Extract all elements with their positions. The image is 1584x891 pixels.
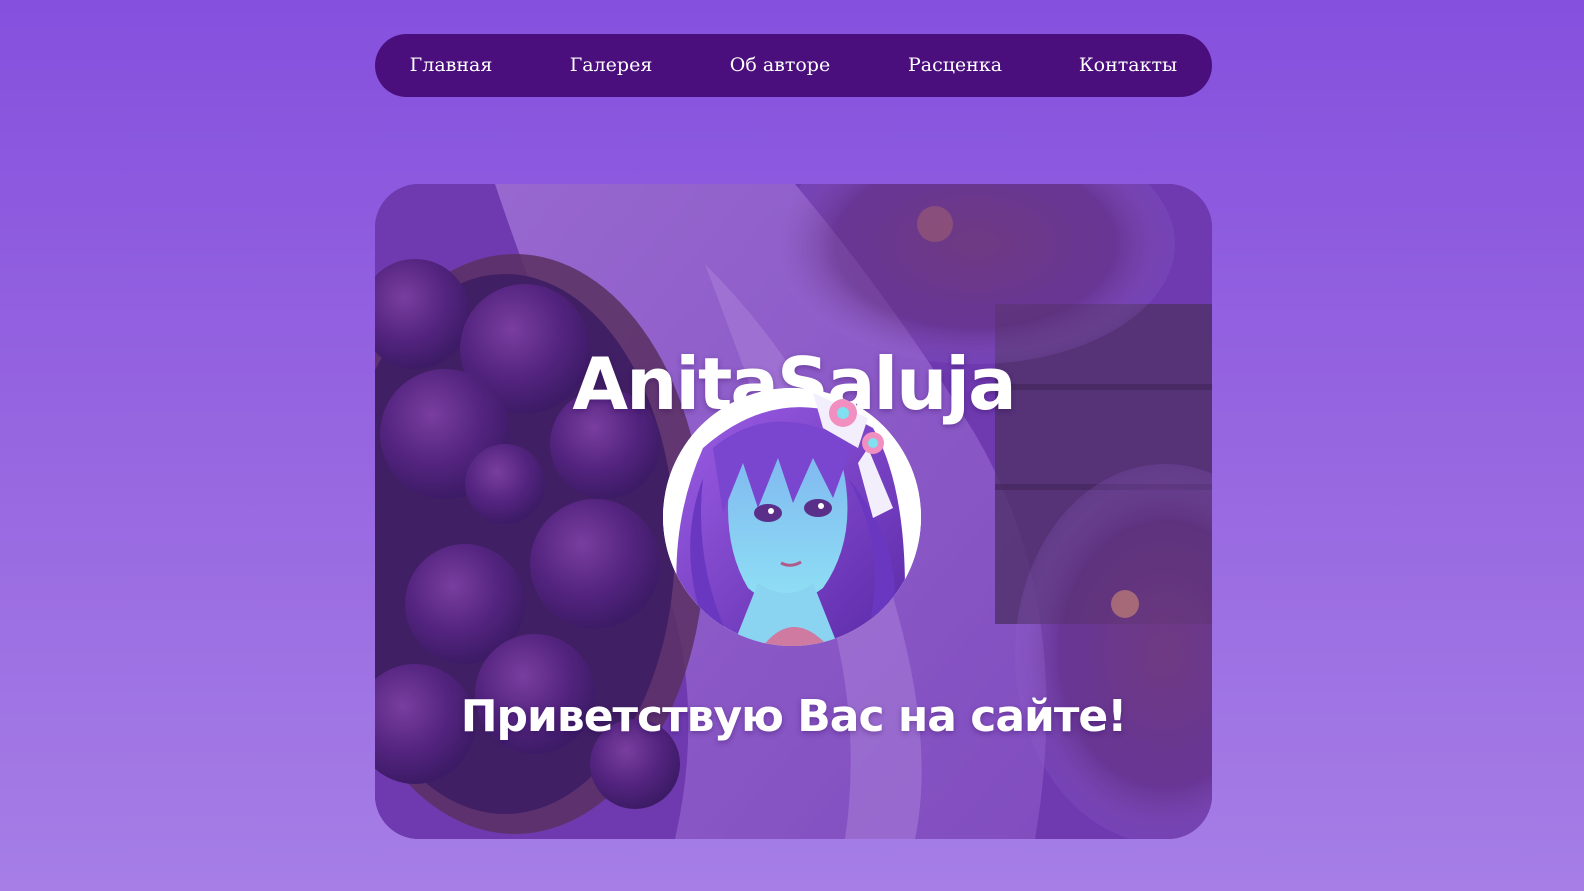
welcome-message: Приветствую Вас на сайте!	[460, 690, 1128, 742]
nav-link-pricing[interactable]: Расценка	[908, 34, 1002, 97]
nav-link-gallery[interactable]: Галерея	[570, 34, 653, 97]
main-nav: Главная Галерея Об авторе Расценка Конта…	[375, 34, 1212, 97]
anime-girl-avatar-icon	[663, 388, 921, 646]
nav-link-about[interactable]: Об авторе	[730, 34, 830, 97]
hero-card: AnitaSaluja Приветствую Вас на сайте!	[375, 184, 1212, 839]
nav-link-home[interactable]: Главная	[410, 34, 493, 97]
nav-link-contacts[interactable]: Контакты	[1079, 34, 1177, 97]
